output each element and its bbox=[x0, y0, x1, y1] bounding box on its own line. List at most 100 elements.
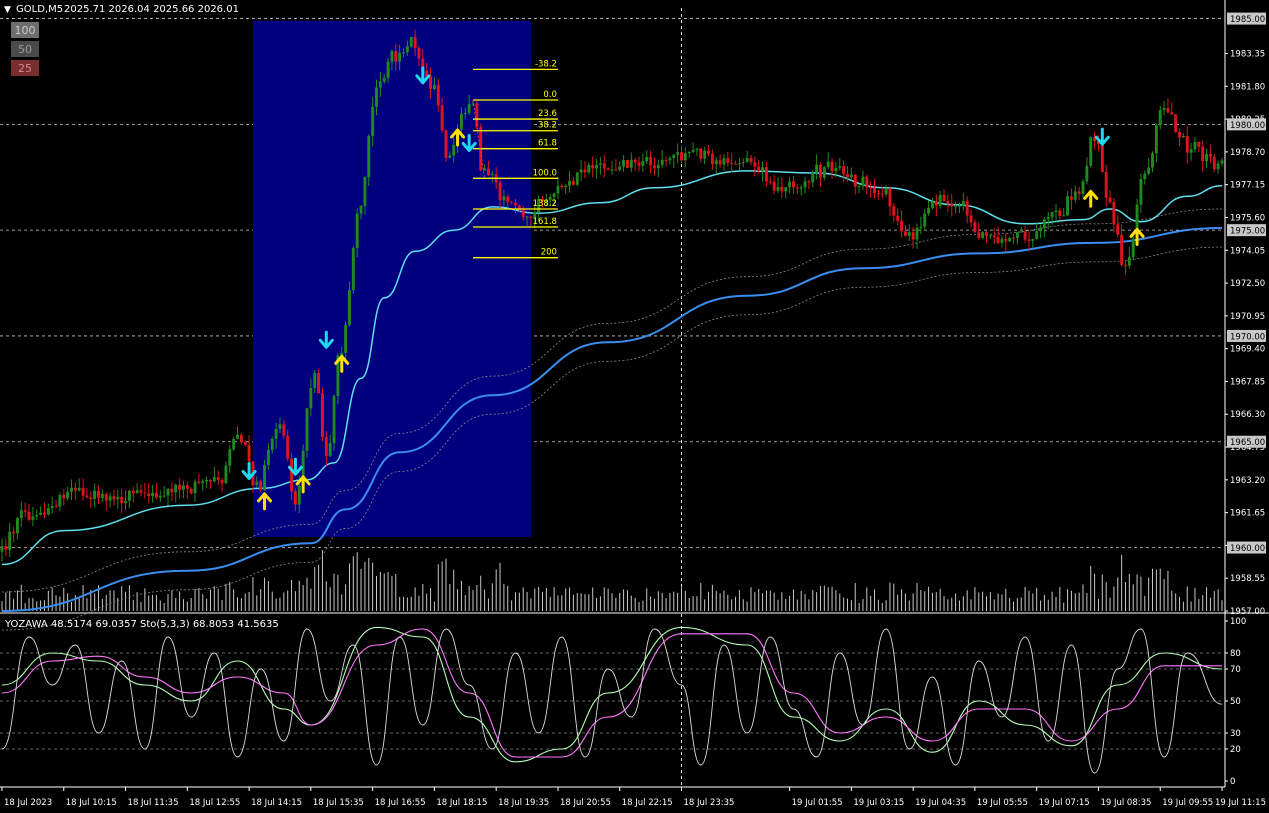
price-tick-label: 1969.40 bbox=[1230, 345, 1265, 355]
price-bar bbox=[282, 424, 286, 436]
price-bar bbox=[1039, 227, 1042, 232]
time-tick-label: 19 Jul 11:15 bbox=[1215, 798, 1266, 808]
price-bar bbox=[170, 488, 174, 493]
price-bar bbox=[942, 194, 946, 202]
price-bar bbox=[869, 187, 873, 189]
price-tick-label: 1961.65 bbox=[1230, 509, 1265, 519]
price-bar bbox=[1085, 165, 1089, 182]
price-bar bbox=[649, 156, 653, 166]
price-bar bbox=[726, 158, 730, 163]
trading-chart-window: -38.2 0.0 23.6 38.2 61.8 100.0 138.2 161.8 200 1… bbox=[0, 0, 1269, 813]
price-bar bbox=[1108, 197, 1112, 202]
osc-tick-label: 20 bbox=[1230, 745, 1241, 755]
price-bar bbox=[224, 465, 228, 484]
time-tick-label: 19 Jul 01:55 bbox=[792, 798, 843, 808]
price-bar bbox=[193, 481, 197, 494]
price-bar bbox=[220, 479, 224, 484]
price-level-badge-label: 1970.00 bbox=[1230, 332, 1265, 342]
price-tick-label: 1966.30 bbox=[1230, 410, 1265, 420]
price-bar bbox=[1158, 110, 1162, 126]
price-bar bbox=[815, 164, 819, 173]
price-bar bbox=[861, 176, 865, 187]
price-bar bbox=[162, 495, 166, 497]
price-bar bbox=[888, 188, 892, 207]
price-bar bbox=[622, 160, 626, 167]
price-bar bbox=[1131, 238, 1135, 258]
price-bar bbox=[1201, 146, 1205, 162]
price-bar bbox=[371, 106, 375, 137]
price-bar bbox=[236, 434, 239, 439]
scale-buttons[interactable]: 100 50 25 bbox=[11, 22, 39, 76]
price-bar bbox=[405, 46, 409, 53]
time-tick-label: 19 Jul 08:35 bbox=[1100, 798, 1151, 808]
price-bar bbox=[965, 201, 969, 216]
price-bar bbox=[127, 490, 131, 501]
price-bar bbox=[390, 51, 394, 62]
price-bar bbox=[104, 494, 108, 501]
price-bar bbox=[1012, 237, 1015, 239]
price-bar bbox=[324, 437, 328, 456]
price-bar bbox=[1170, 112, 1174, 115]
price-bar bbox=[710, 153, 714, 165]
price-bar bbox=[1100, 143, 1104, 172]
price-bar bbox=[135, 490, 139, 494]
price-bar bbox=[556, 185, 560, 194]
price-bar bbox=[100, 494, 104, 498]
price-bar bbox=[606, 168, 610, 170]
price-bar bbox=[297, 485, 301, 505]
price-bar bbox=[776, 186, 780, 191]
price-bar bbox=[768, 181, 772, 183]
price-bar bbox=[892, 206, 896, 216]
price-bar bbox=[50, 505, 54, 509]
price-bar bbox=[498, 182, 502, 201]
price-bar bbox=[116, 496, 120, 500]
price-bar bbox=[239, 434, 243, 443]
price-bar bbox=[348, 290, 351, 326]
price-bar bbox=[452, 145, 456, 156]
price-bar bbox=[39, 512, 43, 515]
price-bar bbox=[185, 485, 189, 489]
price-bar bbox=[228, 449, 232, 466]
price-bar bbox=[907, 232, 911, 236]
price-bar bbox=[564, 185, 568, 188]
price-bar bbox=[707, 150, 710, 154]
chart-canvas[interactable]: -38.20.023.638.261.8100.0138.2161.8200 1… bbox=[0, 0, 1269, 813]
price-bar bbox=[934, 201, 938, 206]
price-bar bbox=[1112, 201, 1116, 225]
price-bar bbox=[1220, 160, 1224, 164]
price-bar bbox=[730, 162, 734, 164]
price-level-badge-label: 1980.00 bbox=[1230, 121, 1265, 131]
price-tick-label: 1957.00 bbox=[1230, 607, 1265, 617]
price-bar bbox=[143, 492, 147, 494]
price-bar bbox=[205, 479, 209, 482]
price-bar bbox=[629, 159, 633, 168]
price-bar bbox=[432, 84, 436, 89]
price-bar bbox=[467, 104, 471, 114]
osc-tick-label: 50 bbox=[1230, 697, 1241, 707]
price-bar bbox=[846, 174, 849, 178]
price-bar bbox=[761, 167, 765, 171]
price-bar bbox=[1089, 137, 1093, 166]
price-bar bbox=[1066, 196, 1070, 216]
price-bar bbox=[139, 490, 143, 493]
price-bar bbox=[680, 152, 683, 161]
fib-level-label: 0.0 bbox=[543, 90, 557, 100]
price-bar bbox=[1120, 234, 1124, 265]
price-bar bbox=[266, 449, 270, 466]
price-bar bbox=[1062, 215, 1066, 217]
price-bar bbox=[954, 205, 958, 207]
price-bar bbox=[923, 213, 927, 227]
time-tick-label: 18 Jul 23:35 bbox=[683, 798, 734, 808]
price-bar bbox=[903, 231, 907, 236]
price-bar bbox=[656, 164, 660, 169]
symbol-menu-icon[interactable]: ▼ bbox=[4, 5, 11, 15]
osc-tick-label: 70 bbox=[1230, 665, 1241, 675]
time-tick-label: 19 Jul 04:35 bbox=[915, 798, 966, 808]
osc-tick-label: 0 bbox=[1230, 777, 1235, 787]
scale-button-label: 100 bbox=[15, 24, 36, 37]
price-bar bbox=[1189, 149, 1193, 153]
price-bar bbox=[973, 222, 977, 233]
price-bar bbox=[568, 180, 571, 186]
price-bar bbox=[1000, 238, 1004, 243]
price-bar bbox=[703, 150, 707, 159]
